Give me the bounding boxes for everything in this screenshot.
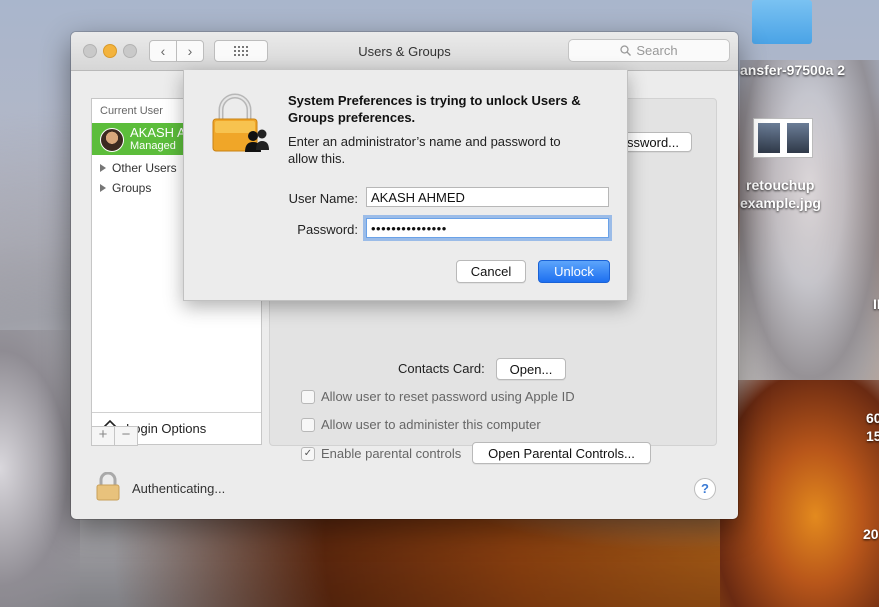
- desktop-wallpaper-left: [0, 330, 80, 607]
- disclosure-triangle-icon[interactable]: [100, 184, 106, 192]
- remove-user-button[interactable]: −: [114, 426, 138, 446]
- desktop-image-thumbnail-icon[interactable]: [753, 118, 813, 158]
- sidebar-item-label: Other Users: [112, 161, 177, 175]
- checkbox-administer-computer[interactable]: Allow user to administer this computer: [301, 417, 541, 432]
- current-user-role: Managed: [130, 140, 176, 152]
- auth-status-text: Authenticating...: [132, 481, 226, 496]
- sidebar-item-label: Groups: [112, 181, 152, 195]
- current-user-name: AKASH A: [130, 125, 186, 140]
- cancel-button[interactable]: Cancel: [456, 260, 526, 283]
- checkbox-label: Allow user to reset password using Apple…: [321, 389, 575, 404]
- desktop-folder-icon[interactable]: [752, 0, 812, 44]
- password-field[interactable]: •••••••••••••••: [366, 218, 609, 238]
- checkbox-reset-password-apple-id[interactable]: Allow user to reset password using Apple…: [301, 389, 575, 404]
- dialog-title: System Preferences is trying to unlock U…: [288, 93, 581, 125]
- window-titlebar[interactable]: ‹ › Users & Groups Search: [71, 32, 738, 71]
- lock-icon[interactable]: [95, 471, 121, 505]
- lock-users-icon: [211, 92, 271, 157]
- sidebar-item-other-users[interactable]: Other Users: [100, 161, 177, 175]
- disclosure-triangle-icon[interactable]: [100, 164, 106, 172]
- contacts-open-button[interactable]: Open...: [496, 358, 566, 380]
- add-user-button[interactable]: +: [91, 426, 115, 446]
- desktop-edge-text: II: [873, 296, 879, 312]
- help-button[interactable]: ?: [694, 478, 716, 500]
- search-placeholder: Search: [636, 43, 678, 58]
- open-parental-controls-button[interactable]: Open Parental Controls...: [472, 442, 651, 464]
- contacts-card-label: Contacts Card:: [398, 361, 485, 376]
- avatar: [100, 128, 124, 152]
- checkbox[interactable]: [301, 389, 315, 404]
- username-label: User Name:: [288, 191, 358, 206]
- checkbox-parental-controls[interactable]: ✓ Enable parental controls: [301, 446, 461, 461]
- search-field[interactable]: Search: [568, 39, 730, 62]
- authentication-dialog: System Preferences is trying to unlock U…: [183, 70, 628, 301]
- username-field[interactable]: AKASH AHMED: [366, 187, 609, 207]
- change-password-button[interactable]: ssword...: [622, 132, 692, 152]
- desktop-edge-text: 20: [863, 526, 879, 542]
- desktop-edge-text: 15: [866, 428, 879, 444]
- desktop-edge-text: 60: [866, 410, 879, 426]
- add-remove-bar: + −: [91, 426, 260, 446]
- checkbox-label: Allow user to administer this computer: [321, 417, 541, 432]
- dialog-message: Enter an administrator’s name and passwo…: [288, 134, 561, 166]
- checkbox-label: Enable parental controls: [321, 446, 462, 461]
- desktop-item-label[interactable]: retouchup: [746, 177, 814, 193]
- password-label: Password:: [297, 222, 358, 237]
- desktop-wallpaper-snow: [740, 60, 879, 380]
- sidebar-section-current-user: Current User: [100, 105, 163, 117]
- unlock-button[interactable]: Unlock: [538, 260, 610, 283]
- checkbox[interactable]: [301, 417, 315, 432]
- sidebar-item-groups[interactable]: Groups: [100, 181, 151, 195]
- desktop-wallpaper-foliage: [720, 380, 879, 607]
- desktop-item-label[interactable]: ansfer-97500a 2: [740, 62, 845, 78]
- checkmark-icon[interactable]: ✓: [301, 446, 315, 461]
- desktop-item-label[interactable]: example.jpg: [740, 195, 821, 211]
- search-icon: [620, 45, 632, 56]
